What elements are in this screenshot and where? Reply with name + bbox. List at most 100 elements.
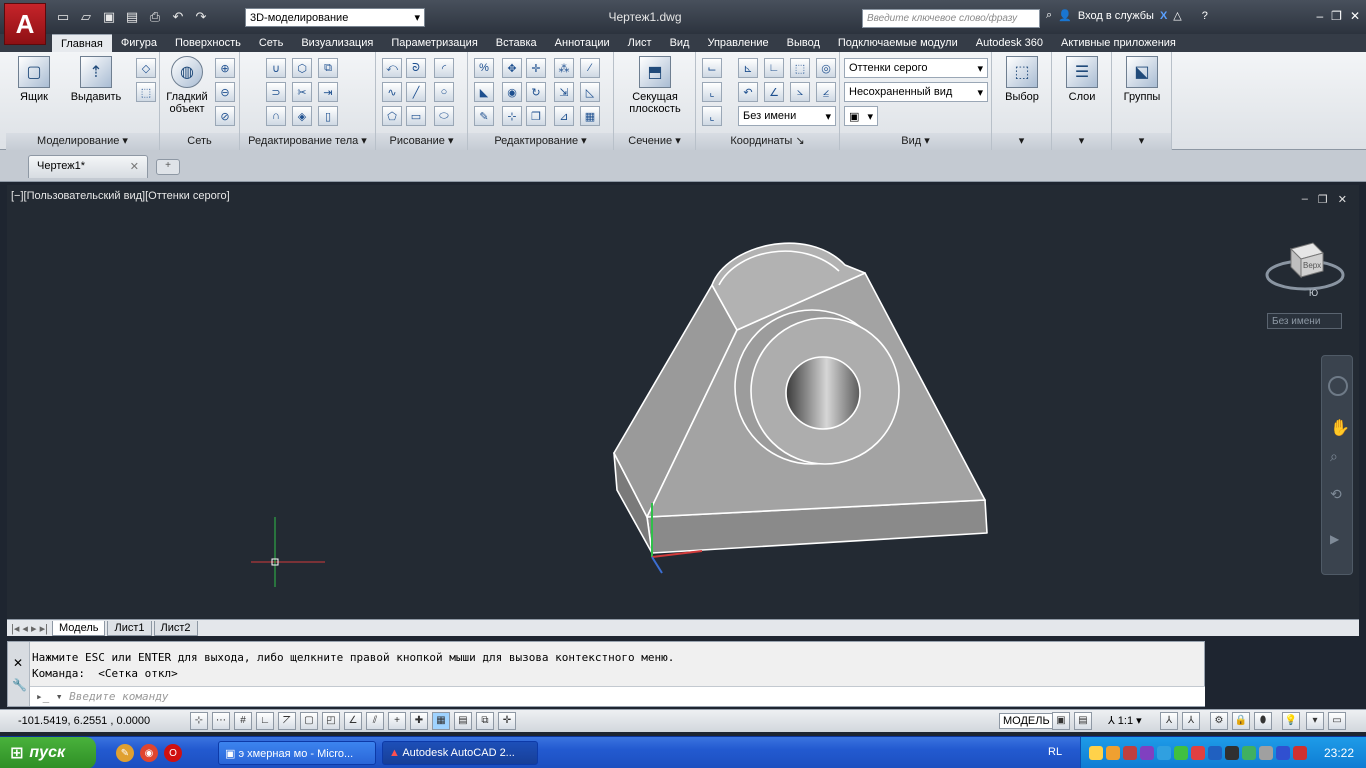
utility-icon[interactable]: ✎	[116, 744, 134, 762]
tray-app-icon[interactable]	[1259, 746, 1273, 760]
workspace-select[interactable]: 3D-моделирование ▾	[245, 8, 425, 27]
extract-edges-icon[interactable]: ⬡	[292, 58, 312, 78]
offset-icon[interactable]: ✎	[474, 106, 494, 126]
3d-model-pillow-block[interactable]	[7, 185, 1359, 619]
tray-app-icon[interactable]	[1140, 746, 1154, 760]
lock-icon[interactable]: 🔒	[1232, 712, 1250, 730]
presspull-icon[interactable]: ⬚	[136, 82, 156, 102]
quick-properties-icon[interactable]: ▤	[454, 712, 472, 730]
ucs-name-select[interactable]: Без имени ▾	[738, 106, 836, 126]
visual-style-select[interactable]: Оттенки серого ▾	[844, 58, 988, 78]
panel-title-groups[interactable]: ▾	[1112, 133, 1171, 150]
layers-button[interactable]: ☰ Слои	[1054, 56, 1110, 103]
annotation-monitor-icon[interactable]: ✛	[498, 712, 516, 730]
viewport-config-select[interactable]: ▣ ▾	[844, 106, 878, 126]
intersect-icon[interactable]: ∩	[266, 106, 286, 126]
close-icon[interactable]: ✕	[13, 656, 23, 670]
shell-icon[interactable]: ▯	[318, 106, 338, 126]
tab-plugins[interactable]: Подключаемые модули	[829, 34, 967, 52]
tray-app-icon[interactable]	[1225, 746, 1239, 760]
zoom-icon[interactable]: ⌕	[1330, 448, 1338, 465]
hardware-acceleration-icon[interactable]: ⬮	[1254, 712, 1272, 730]
3d-move-icon[interactable]: ✥	[502, 58, 522, 78]
ducs-icon[interactable]: ⫽	[366, 712, 384, 730]
grid-icon[interactable]: #	[234, 712, 252, 730]
tray-app-icon[interactable]	[1089, 746, 1103, 760]
save-as-icon[interactable]: ▤	[123, 8, 141, 26]
autodesk-360-icon[interactable]: △	[1173, 9, 1181, 22]
help-icon[interactable]: ?	[1202, 10, 1208, 22]
tab-annotate[interactable]: Аннотации	[546, 34, 619, 52]
extrude-faces-icon[interactable]: ⇥	[318, 82, 338, 102]
quick-view-layouts-icon[interactable]: ▣	[1052, 712, 1070, 730]
opera-icon[interactable]: O	[164, 744, 182, 762]
showmotion-icon[interactable]: ▶	[1330, 532, 1339, 546]
open-file-icon[interactable]: ▱	[77, 8, 95, 26]
save-icon[interactable]: ▣	[100, 8, 118, 26]
clean-screen-icon[interactable]: ▭	[1328, 712, 1346, 730]
section-plane-button[interactable]: ⬒ Секущая плоскость	[622, 56, 688, 115]
tray-app-icon[interactable]	[1191, 746, 1205, 760]
tray-app-icon[interactable]	[1242, 746, 1256, 760]
refine-mesh-icon[interactable]: ⊘	[215, 106, 235, 126]
infer-constraints-icon[interactable]: ⊹	[190, 712, 208, 730]
new-tab-button[interactable]: +	[156, 159, 180, 175]
3d-osnap-icon[interactable]: ◰	[322, 712, 340, 730]
tray-app-icon[interactable]	[1293, 746, 1307, 760]
tab-surface[interactable]: Поверхность	[166, 34, 250, 52]
tray-app-icon[interactable]	[1157, 746, 1171, 760]
ucs-icon[interactable]: ⊾	[738, 58, 758, 78]
dash-line-icon[interactable]: ⁄	[580, 58, 600, 78]
polyline-icon[interactable]: ⤺	[382, 58, 402, 78]
tab-view[interactable]: Вид	[661, 34, 699, 52]
start-button[interactable]: ⊞ пуск	[0, 737, 96, 768]
panel-title-section[interactable]: Сечение ▾	[614, 133, 695, 150]
minimize-icon[interactable]: –	[1316, 9, 1323, 23]
line-icon[interactable]: ╱	[406, 82, 426, 102]
array-icon[interactable]: ▦	[580, 106, 600, 126]
ucs-previous-icon[interactable]: ↶	[738, 82, 758, 102]
tab-output[interactable]: Вывод	[778, 34, 829, 52]
circle-icon[interactable]: ○	[434, 82, 454, 102]
isolate-objects-icon[interactable]: 💡	[1282, 712, 1300, 730]
imprint-icon[interactable]: ◈	[292, 106, 312, 126]
tab-model[interactable]: Модель	[51, 620, 106, 636]
pan-icon[interactable]: ✋	[1330, 418, 1350, 438]
tab-insert[interactable]: Вставка	[487, 34, 546, 52]
polar-icon[interactable]: ⦢	[278, 712, 296, 730]
separate-icon[interactable]: ⧉	[318, 58, 338, 78]
panel-title-modify[interactable]: Редактирование ▾	[468, 133, 613, 150]
tray-app-icon[interactable]	[1276, 746, 1290, 760]
selection-cycling-icon[interactable]: ⧉	[476, 712, 494, 730]
restore-icon[interactable]: ❐	[1331, 9, 1342, 23]
tray-app-icon[interactable]	[1123, 746, 1137, 760]
mirror-icon[interactable]: ⊿	[554, 106, 574, 126]
move-icon[interactable]: ✛	[526, 58, 546, 78]
language-indicator[interactable]: RL	[1048, 746, 1062, 758]
tab-manage[interactable]: Управление	[698, 34, 777, 52]
fillet-icon[interactable]: ◣	[474, 82, 494, 102]
smooth-object-button[interactable]: ◍ Гладкий объект	[160, 56, 214, 115]
tab-render[interactable]: Визуализация	[292, 34, 382, 52]
groups-button[interactable]: ⬕ Группы	[1114, 56, 1170, 103]
tab-shape[interactable]: Фигура	[112, 34, 166, 52]
ucs-3point-icon[interactable]: ⦣	[790, 82, 810, 102]
steering-wheel-icon[interactable]	[1328, 376, 1348, 396]
panel-title-view[interactable]: Вид ▾	[840, 133, 991, 150]
search-input[interactable]: Введите ключевое слово/фразу	[862, 9, 1040, 28]
subtract-icon[interactable]: ⊃	[266, 82, 286, 102]
orbit-icon[interactable]: ⟲	[1330, 486, 1342, 503]
panel-title-draw[interactable]: Рисование ▾	[376, 133, 467, 150]
union-icon[interactable]: ∪	[266, 58, 286, 78]
slice-icon[interactable]: ✂	[292, 82, 312, 102]
align-icon[interactable]: ⇲	[554, 82, 574, 102]
panel-title-solid-editing[interactable]: Редактирование тела ▾	[240, 133, 375, 150]
annotation-scale[interactable]: ⅄ 1:1 ▾	[1108, 714, 1142, 727]
otrack-icon[interactable]: ∠	[344, 712, 362, 730]
arc-icon[interactable]: ◜	[434, 58, 454, 78]
ucs-z-icon[interactable]: ⦤	[816, 82, 836, 102]
osnap-icon[interactable]: ▢	[300, 712, 318, 730]
workspace-switch-icon[interactable]: ⚙	[1210, 712, 1228, 730]
polysolid-icon[interactable]: ◇	[136, 58, 156, 78]
lineweight-icon[interactable]: ✚	[410, 712, 428, 730]
